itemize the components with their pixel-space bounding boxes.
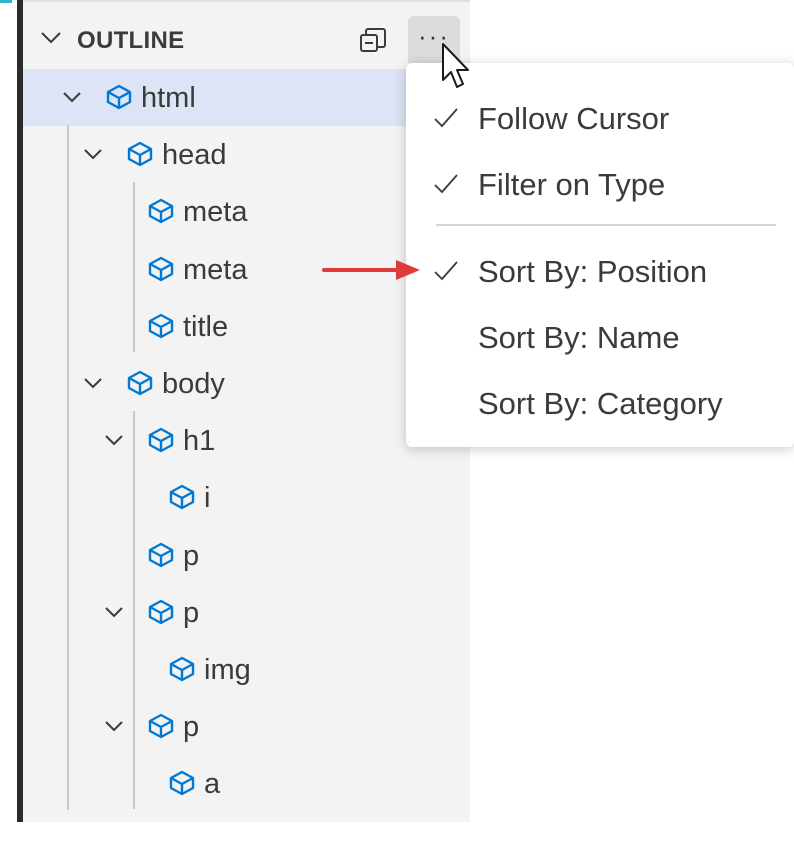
outline-item-label: title — [183, 310, 229, 343]
red-arrow-annotation — [322, 260, 420, 280]
chevron-down-icon[interactable] — [39, 26, 63, 50]
outline-item-body[interactable]: body — [23, 355, 470, 412]
chevron-down-icon[interactable] — [82, 143, 104, 165]
outline-item-label: body — [162, 368, 225, 400]
symbol-element-icon — [148, 199, 174, 224]
symbol-element-icon — [148, 256, 174, 281]
menu-item-label: Filter on Type — [478, 167, 666, 202]
checkmark-icon — [434, 261, 458, 281]
outline-item-label: img — [204, 654, 251, 686]
panel-top-divider — [23, 0, 470, 2]
symbol-element-icon — [148, 599, 174, 624]
chevron-down-icon[interactable] — [82, 372, 104, 394]
outline-item-p[interactable]: p — [23, 527, 470, 584]
outline-item-a[interactable]: a — [23, 755, 470, 812]
indent-guide — [133, 182, 135, 352]
symbol-element-icon — [127, 141, 153, 167]
checkmark-icon — [434, 174, 458, 194]
chevron-down-icon[interactable] — [103, 601, 125, 623]
outline-item-head[interactable]: head — [23, 126, 470, 183]
outline-item-label: h1 — [183, 425, 216, 458]
menu-item-sort-by-position[interactable]: Sort By: Position — [406, 241, 794, 301]
outline-item-html[interactable]: html — [23, 69, 470, 126]
menu-item-sort-by-name[interactable]: Sort By: Name — [406, 307, 794, 367]
outline-item-label: html — [141, 82, 196, 114]
indent-guide — [133, 411, 135, 809]
chevron-down-icon[interactable] — [103, 429, 125, 451]
outline-more-menu: Follow Cursor Filter on Type Sort By: Posi… — [406, 63, 794, 447]
outline-item-label: a — [204, 768, 221, 801]
indent-guide — [67, 125, 69, 810]
menu-item-filter-on-type[interactable]: Filter on Type — [406, 154, 794, 214]
menu-item-sort-by-category[interactable]: Sort By: Category — [406, 373, 794, 433]
outline-item-label: p — [183, 596, 200, 629]
outline-item-label: i — [204, 482, 211, 515]
symbol-element-icon — [148, 542, 174, 567]
menu-item-follow-cursor[interactable]: Follow Cursor — [406, 88, 794, 148]
outline-item-h1[interactable]: h1 — [23, 412, 470, 469]
menu-separator — [436, 224, 776, 226]
outline-header[interactable]: OUTLINE ··· — [23, 14, 470, 68]
outline-item-label: meta — [183, 196, 248, 229]
menu-item-label: Sort By: Name — [478, 320, 680, 355]
symbol-element-icon — [127, 370, 153, 396]
outline-panel: OUTLINE ··· html head meta meta title body h1 i… — [23, 0, 470, 822]
outline-item-i[interactable]: i — [23, 469, 470, 526]
outline-title: OUTLINE — [77, 27, 185, 54]
chevron-down-icon[interactable] — [61, 86, 83, 108]
symbol-element-icon — [169, 656, 195, 682]
mouse-pointer-icon — [442, 43, 469, 88]
menu-item-label: Sort By: Position — [478, 254, 708, 289]
symbol-element-icon — [148, 713, 174, 739]
outline-item-label: head — [162, 139, 227, 172]
outline-item-label: p — [183, 539, 200, 572]
outline-item-label: p — [183, 711, 200, 744]
symbol-element-icon — [106, 84, 132, 110]
symbol-element-icon — [148, 313, 174, 338]
collapse-all-icon[interactable] — [353, 20, 393, 60]
symbol-element-icon — [169, 485, 195, 510]
checkmark-icon — [434, 108, 458, 128]
symbol-element-icon — [169, 771, 195, 796]
outline-item-label: meta — [183, 253, 248, 286]
chevron-down-icon[interactable] — [103, 715, 125, 737]
outline-item-title[interactable]: title — [23, 298, 470, 355]
menu-item-label: Sort By: Category — [478, 386, 723, 421]
outline-item-p[interactable]: p — [23, 584, 470, 641]
symbol-element-icon — [148, 427, 174, 453]
outline-item-p[interactable]: p — [23, 698, 470, 755]
top-accent-line — [0, 0, 12, 3]
outline-item-meta[interactable]: meta — [23, 183, 470, 240]
menu-item-label: Follow Cursor — [478, 101, 670, 136]
outline-item-img[interactable]: img — [23, 641, 470, 698]
